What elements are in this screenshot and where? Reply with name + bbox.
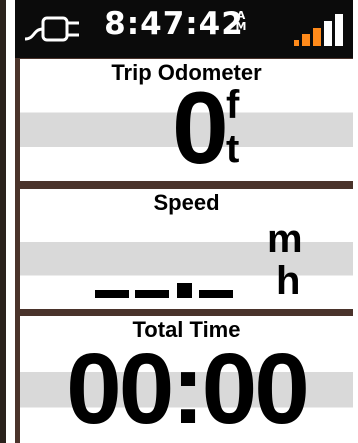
right-frame	[353, 0, 358, 443]
speed-label: Speed	[153, 190, 220, 215]
clock-am-pm-bottom: M	[235, 20, 247, 33]
device-screen: 8:47:42 A M Trip Odometer 0 f t Speed m …	[0, 0, 358, 443]
trip-odometer-unit-bottom: t	[226, 127, 240, 171]
trip-odometer-field[interactable]: Trip Odometer 0 f t	[20, 59, 353, 181]
screen: 8:47:42 A M Trip Odometer 0 f t Speed m …	[15, 0, 353, 443]
clock-time: 8:47:42	[104, 6, 244, 42]
speed-unit-bottom: h	[276, 259, 301, 303]
trip-odometer-unit-top: f	[226, 83, 240, 127]
speed-value-placeholder	[95, 283, 233, 298]
clock-am-pm: A M	[234, 10, 248, 32]
total-time-field[interactable]: Total Time 00:00	[20, 316, 353, 443]
power-plug-icon	[24, 16, 79, 42]
speed-unit-top: m	[267, 217, 303, 261]
speed-field[interactable]: Speed m h	[20, 189, 353, 309]
trip-odometer-value: 0	[172, 71, 229, 181]
left-bezel	[0, 0, 6, 443]
total-time-value: 00:00	[66, 333, 310, 443]
status-bar: 8:47:42 A M	[15, 0, 353, 58]
signal-bars-icon	[294, 14, 343, 46]
